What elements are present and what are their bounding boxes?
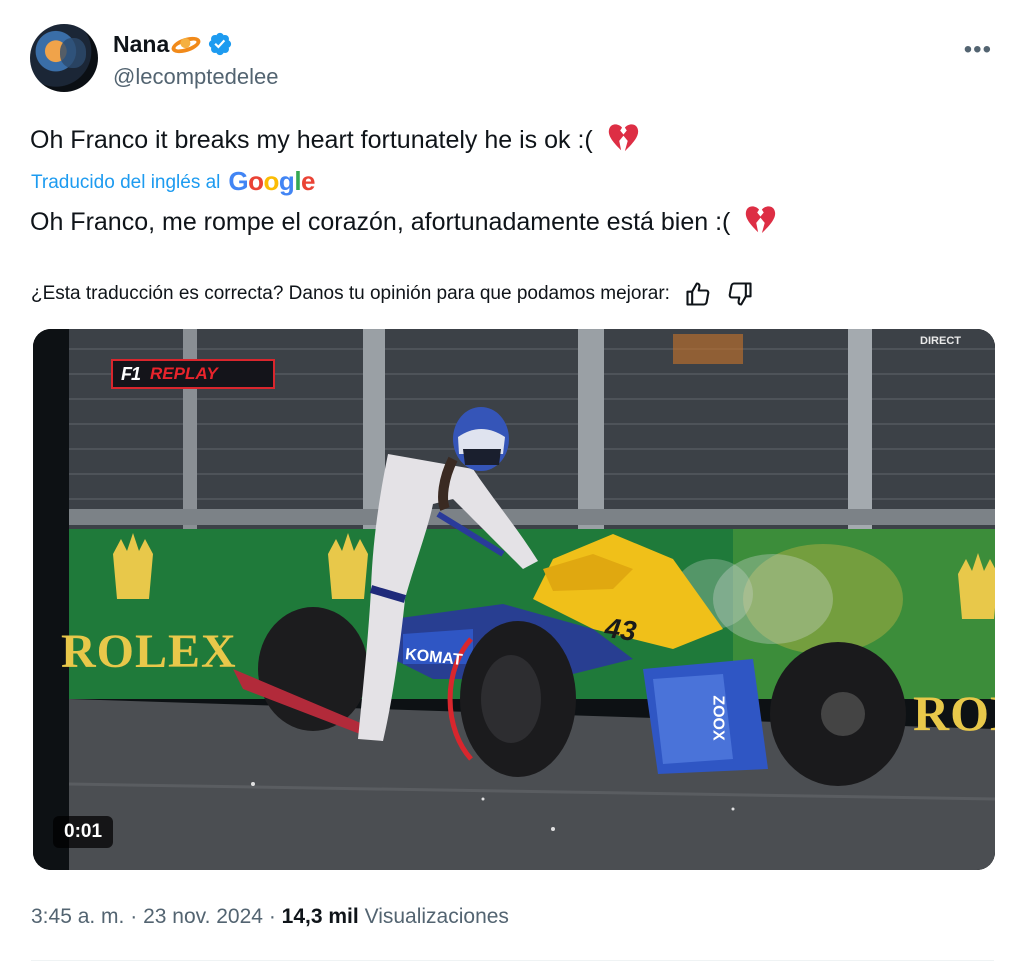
tweet-translated-text: Oh Franco, me rompe el corazón, afortuna… — [30, 208, 731, 236]
meta-separator: · — [268, 905, 276, 928]
translated-label[interactable]: Traducido del inglés al — [31, 172, 220, 194]
direct-label: DIRECT — [920, 335, 961, 347]
thumbs-up-icon[interactable] — [684, 280, 712, 308]
tweet-text-original: Oh Franco it breaks my heart fortunately… — [30, 122, 640, 155]
rolex-banner-right: ROL — [913, 685, 995, 741]
tweet-meta: 3:45 a. m. · 23 nov. 2024 · 14,3 mil Vis… — [31, 905, 509, 929]
video-duration: 0:01 — [53, 816, 114, 848]
tweet-video[interactable]: F1 REPLAY DIRECT ROLEX ROL 43 KOMAT ZOOX… — [33, 329, 995, 870]
thumbs-down-icon[interactable] — [726, 280, 754, 308]
divider — [31, 960, 994, 961]
rolex-banner-left: ROLEX — [61, 625, 237, 678]
tweet-header: Nana @lecomptedelee ••• — [30, 24, 1000, 94]
author-handle[interactable]: @lecomptedelee — [113, 64, 278, 90]
broken-heart-icon — [608, 124, 638, 152]
tweet-time[interactable]: 3:45 a. m. — [31, 905, 124, 928]
views-label: Visualizaciones — [364, 905, 509, 928]
meta-separator: · — [130, 905, 138, 928]
google-logo: Google — [228, 166, 316, 196]
author-name-row[interactable]: Nana — [113, 30, 233, 58]
broken-heart-icon — [746, 206, 776, 234]
tweet-date[interactable]: 23 nov. 2024 — [143, 905, 263, 928]
author-name[interactable]: Nana — [113, 31, 169, 58]
avatar[interactable] — [30, 24, 98, 92]
translation-feedback: ¿Esta traducción es correcta? Danos tu o… — [31, 280, 754, 308]
video-frame — [33, 329, 995, 870]
verified-badge-icon[interactable] — [207, 31, 233, 57]
car-number: 43 — [603, 611, 639, 648]
tweet-text-translated: Oh Franco, me rompe el corazón, afortuna… — [30, 204, 777, 237]
translation-attribution: Traducido del inglés al Google — [31, 166, 316, 196]
replay-badge: F1 REPLAY — [111, 359, 275, 389]
orange-ring-emoji-icon — [169, 33, 203, 57]
tweet-original-text: Oh Franco it breaks my heart fortunately… — [30, 126, 593, 154]
more-options-icon[interactable]: ••• — [964, 36, 992, 64]
car-sponsor-label-2: ZOOX — [709, 695, 727, 741]
feedback-question: ¿Esta traducción es correcta? Danos tu o… — [31, 283, 670, 304]
replay-label: REPLAY — [150, 364, 218, 383]
views-count: 14,3 mil — [281, 905, 359, 928]
f1-logo: F1 — [121, 363, 141, 384]
